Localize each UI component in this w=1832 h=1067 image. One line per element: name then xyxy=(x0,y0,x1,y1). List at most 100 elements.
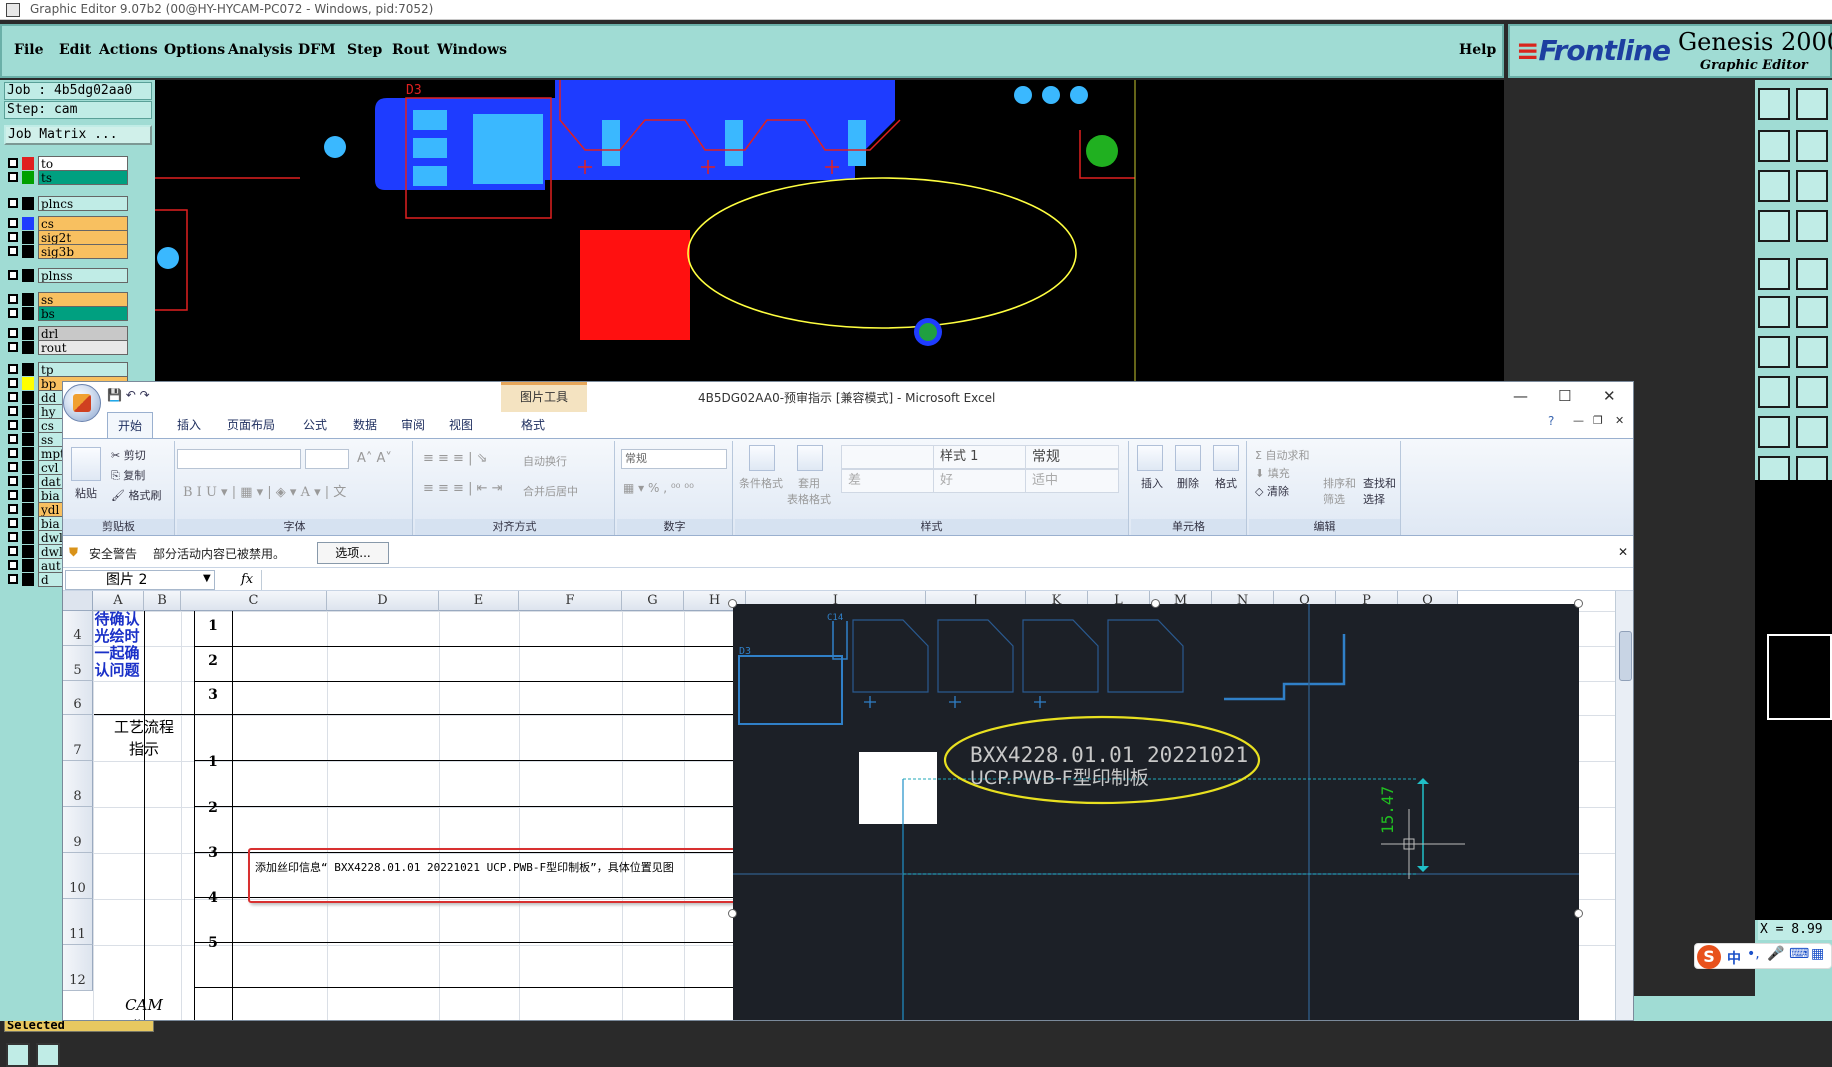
menu-actions[interactable]: Actions xyxy=(99,42,158,58)
layer-checkbox[interactable] xyxy=(8,504,18,514)
row-header[interactable]: 12 xyxy=(63,945,93,991)
name-box[interactable]: 图片 2 xyxy=(65,570,215,590)
column-header[interactable]: E xyxy=(439,591,519,611)
minimize-icon[interactable]: — xyxy=(1513,387,1528,405)
layer-row[interactable]: rout xyxy=(4,340,130,355)
undo-icon[interactable]: ↶ xyxy=(126,388,136,402)
vertical-align-icons[interactable]: ≡ ≡ ≡ | ⇘ xyxy=(423,451,487,466)
layer-color-swatch[interactable] xyxy=(22,559,34,572)
delete-cells-label[interactable]: 删除 xyxy=(1177,475,1199,491)
cell-instruction-text[interactable]: 添加丝印信息“ BXX4228.01.01 20221021 UCP.PWB-F… xyxy=(255,859,674,875)
fill-button[interactable]: ⬇ 填充 xyxy=(1255,465,1290,481)
layer-color-swatch[interactable] xyxy=(22,377,34,390)
layer-color-swatch[interactable] xyxy=(22,231,34,244)
tab-page-layout[interactable]: 页面布局 xyxy=(217,412,285,438)
tab-review[interactable]: 审阅 xyxy=(391,412,435,438)
layer-color-swatch[interactable] xyxy=(22,293,34,306)
column-header[interactable]: C xyxy=(181,591,327,611)
cell-num[interactable]: 5 xyxy=(194,935,232,951)
layer-color-swatch[interactable] xyxy=(22,269,34,282)
layer-color-swatch[interactable] xyxy=(22,157,34,170)
cell-process-instruction[interactable]: 工艺流程 指示 xyxy=(94,716,194,762)
toolbar-button[interactable] xyxy=(1796,170,1828,202)
ribbon-minimize-icon[interactable]: — xyxy=(1573,414,1584,427)
layer-name[interactable]: ts xyxy=(38,170,128,185)
column-header[interactable]: A xyxy=(93,591,144,611)
layer-row[interactable]: ts xyxy=(4,170,130,185)
row-header[interactable]: 10 xyxy=(63,853,93,899)
ime-menu-icon[interactable]: ▦ xyxy=(1811,946,1824,962)
font-grow-icon[interactable]: A˄ A˅ xyxy=(357,451,392,466)
layer-color-swatch[interactable] xyxy=(22,307,34,320)
row-header[interactable]: 4 xyxy=(63,611,93,646)
style-blank[interactable] xyxy=(841,445,935,469)
horizontal-align-icons[interactable]: ≡ ≡ ≡ | ⇤ ⇥ xyxy=(423,481,503,496)
layer-name[interactable]: to xyxy=(38,156,128,171)
toolbar-button[interactable] xyxy=(1796,296,1828,328)
layer-name[interactable]: drl xyxy=(38,326,128,341)
layer-checkbox[interactable] xyxy=(8,532,18,542)
ime-logo-icon[interactable]: S xyxy=(1697,945,1721,969)
format-cells-icon[interactable] xyxy=(1213,445,1239,471)
layer-checkbox[interactable] xyxy=(8,406,18,416)
formula-input[interactable] xyxy=(261,570,1611,590)
layer-checkbox[interactable] xyxy=(8,420,18,430)
layer-checkbox[interactable] xyxy=(8,560,18,570)
layer-name[interactable]: sig2t xyxy=(38,230,128,245)
close-icon[interactable]: ✕ xyxy=(1603,387,1616,405)
toolbar-button[interactable] xyxy=(1796,416,1828,448)
clear-button[interactable]: ◇ 清除 xyxy=(1255,483,1289,499)
toolbar-button[interactable] xyxy=(1758,170,1790,202)
number-format-icons[interactable]: ▦ ▾ % , ⁰⁰ ⁰⁰ xyxy=(623,481,694,495)
layer-checkbox[interactable] xyxy=(8,434,18,444)
layer-color-swatch[interactable] xyxy=(22,341,34,354)
layer-row[interactable]: to xyxy=(4,156,130,171)
copy-button[interactable]: ⎘ 复制 xyxy=(111,467,145,483)
find-select-button[interactable]: 查找和 选择 xyxy=(1363,475,1396,507)
format-as-table-icon[interactable] xyxy=(797,445,823,471)
style-bad[interactable]: 差 xyxy=(841,469,935,493)
resize-handle[interactable] xyxy=(728,599,737,608)
layer-checkbox[interactable] xyxy=(8,574,18,584)
insert-cells-label[interactable]: 插入 xyxy=(1141,475,1163,491)
layer-color-swatch[interactable] xyxy=(22,475,34,488)
tab-format[interactable]: 格式 xyxy=(511,412,555,438)
paste-icon[interactable] xyxy=(71,447,101,481)
resize-handle[interactable] xyxy=(1574,599,1583,608)
layer-row[interactable]: sig2t xyxy=(4,230,130,245)
layer-row[interactable]: ss xyxy=(4,292,130,307)
toolbar-button[interactable] xyxy=(1758,376,1790,408)
tab-insert[interactable]: 插入 xyxy=(167,412,211,438)
toolbar-button[interactable] xyxy=(1758,88,1790,120)
picture-tools-tab[interactable]: 图片工具 xyxy=(501,382,587,412)
menu-windows[interactable]: Windows xyxy=(437,42,507,58)
layer-row[interactable]: sig3b xyxy=(4,244,130,259)
layer-checkbox[interactable] xyxy=(8,158,18,168)
toolbar-button[interactable] xyxy=(1796,376,1828,408)
menu-edit[interactable]: Edit xyxy=(59,42,91,58)
close-security-icon[interactable]: ✕ xyxy=(1618,545,1628,559)
toolbar-button[interactable] xyxy=(1758,416,1790,448)
cell-cam-instruction[interactable]: CAM 指示 xyxy=(94,994,194,1020)
cut-button[interactable]: ✂ 剪切 xyxy=(111,447,146,463)
layer-checkbox[interactable] xyxy=(8,546,18,556)
layer-color-swatch[interactable] xyxy=(22,461,34,474)
layer-name[interactable]: rout xyxy=(38,340,128,355)
style-normal[interactable]: 常规 xyxy=(1025,445,1119,469)
wrap-text-button[interactable]: 自动换行 xyxy=(523,453,567,469)
layer-checkbox[interactable] xyxy=(8,490,18,500)
layer-checkbox[interactable] xyxy=(8,364,18,374)
menu-dfm[interactable]: DFM xyxy=(298,42,336,58)
column-header[interactable]: B xyxy=(144,591,181,611)
layer-color-swatch[interactable] xyxy=(22,405,34,418)
help-icon[interactable]: ? xyxy=(1548,414,1554,428)
column-header[interactable]: D xyxy=(327,591,439,611)
row-header[interactable]: 5 xyxy=(63,646,93,681)
tab-data[interactable]: 数据 xyxy=(343,412,387,438)
toolbar-button[interactable] xyxy=(1796,336,1828,368)
cell-num[interactable]: 2 xyxy=(194,800,232,816)
layer-color-swatch[interactable] xyxy=(22,171,34,184)
layer-name[interactable]: plncs xyxy=(38,196,128,211)
layer-checkbox[interactable] xyxy=(8,392,18,402)
toolbar-button[interactable] xyxy=(1758,210,1790,242)
